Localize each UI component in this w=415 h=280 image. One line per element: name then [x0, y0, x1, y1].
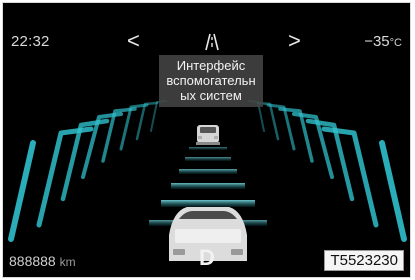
lane-bar [189, 147, 227, 150]
chevron-right-icon[interactable]: > [288, 30, 301, 52]
odometer: 888888 km [9, 253, 76, 269]
odometer-unit: km [59, 255, 76, 269]
left-lane-wall [8, 100, 167, 242]
lane-bar [185, 157, 231, 161]
temperature-value: −35 [364, 33, 390, 50]
lane-assist-icon[interactable] [202, 33, 222, 51]
gear-indicator: D [199, 245, 215, 270]
tooltip-line: Интерфейс [176, 58, 246, 73]
right-wall-segment [379, 140, 407, 242]
odometer-value: 888888 [9, 253, 56, 269]
lane-bar [171, 183, 245, 189]
tooltip-line: вспомогательн [166, 73, 256, 88]
lane-bar [161, 200, 255, 207]
outside-temperature: −35°C [364, 33, 402, 50]
right-lane-wall [248, 100, 407, 242]
lead-car-icon [196, 125, 220, 145]
instrument-cluster-screen: 22:32 < > −35°C Интерфейс вспомогательн … [2, 2, 411, 278]
tooltip-line: ых систем [180, 88, 242, 103]
chevron-left-icon[interactable]: < [127, 30, 140, 52]
left-wall-segment [8, 140, 36, 242]
screen-title-tooltip: Интерфейс вспомогательн ых систем [159, 55, 263, 107]
figure-code-label: T5523230 [324, 250, 404, 271]
lane-bar [179, 169, 237, 174]
temperature-unit: °C [389, 37, 402, 49]
clock-time: 22:32 [11, 33, 50, 50]
